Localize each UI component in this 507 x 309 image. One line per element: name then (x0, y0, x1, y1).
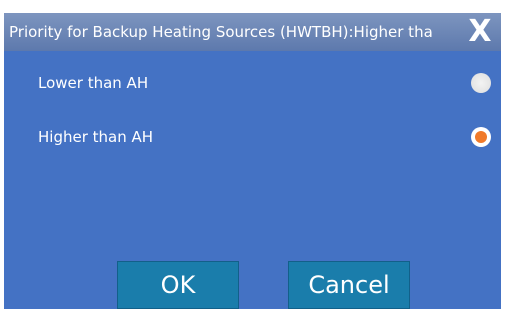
option-label: Lower than AH (38, 74, 149, 92)
option-label: Higher than AH (38, 128, 154, 146)
dialog-body: Lower than AH Higher than AH OK Cancel (4, 51, 501, 309)
close-button[interactable]: X (463, 13, 497, 51)
radio-button-unselected[interactable] (471, 73, 491, 93)
option-higher-than-ah[interactable]: Higher than AH (4, 117, 501, 157)
close-icon: X (468, 14, 492, 49)
priority-dialog: Priority for Backup Heating Sources (HWT… (4, 13, 501, 309)
option-lower-than-ah[interactable]: Lower than AH (4, 63, 501, 103)
cancel-button[interactable]: Cancel (288, 261, 410, 309)
ok-button[interactable]: OK (117, 261, 239, 309)
dialog-titlebar: Priority for Backup Heating Sources (HWT… (4, 13, 501, 51)
radio-button-selected[interactable] (471, 127, 491, 147)
dialog-title: Priority for Backup Heating Sources (HWT… (9, 23, 433, 41)
